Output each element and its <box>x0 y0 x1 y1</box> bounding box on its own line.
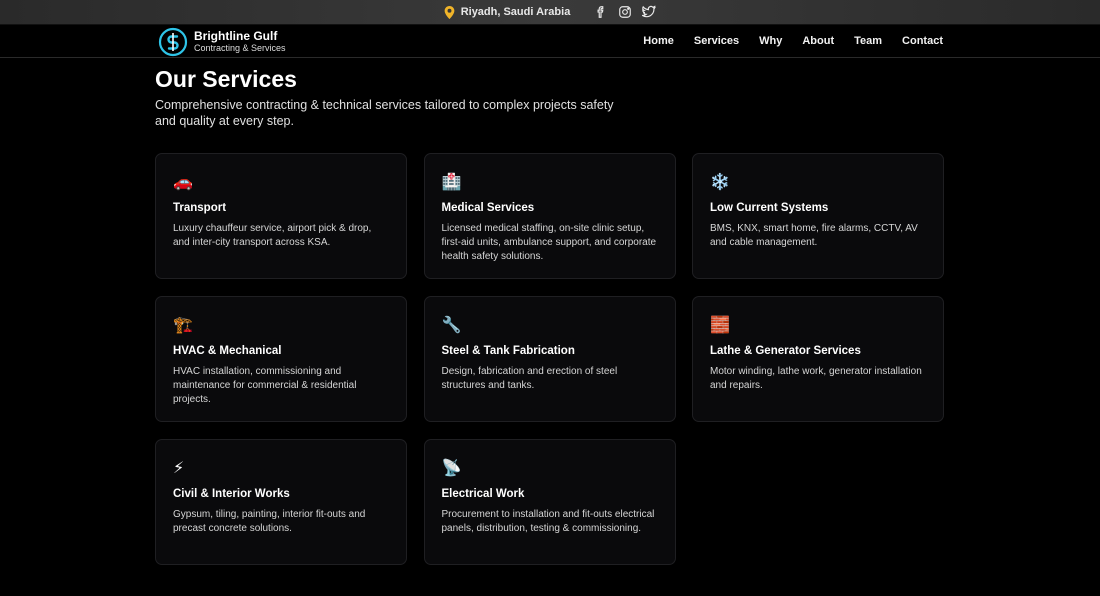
service-title: Low Current Systems <box>710 202 829 214</box>
top-bar: Riyadh, Saudi Arabia <box>0 0 1100 25</box>
service-card-hvac[interactable]: 🏗️ HVAC & Mechanical HVAC installation, … <box>155 296 407 422</box>
service-title: Lathe & Generator Services <box>710 345 861 357</box>
service-card-medical[interactable]: 🏥 Medical Services Licensed medical staf… <box>423 153 676 279</box>
brick-icon: 🧱 <box>710 317 730 334</box>
nav-home[interactable]: Home <box>643 35 674 47</box>
car-icon: 🚗 <box>173 174 193 191</box>
social-links <box>594 5 657 19</box>
service-card-steel[interactable]: 🔧 Steel & Tank Fabrication Design, fabri… <box>423 296 676 422</box>
location: Riyadh, Saudi Arabia <box>444 5 571 19</box>
lightning-icon: ⚡ <box>173 460 185 477</box>
section-title: Our Services <box>155 66 297 92</box>
nav-menu: Home Services Why About Team Contact <box>643 35 943 47</box>
nav-services[interactable]: Services <box>694 35 739 47</box>
service-description: Licensed medical staffing, on-site clini… <box>441 223 657 262</box>
facebook-icon[interactable] <box>594 5 608 19</box>
satellite-dish-icon: 📡 <box>441 460 462 477</box>
service-description: Procurement to installation and fit-outs… <box>441 509 655 534</box>
section-subtitle: Comprehensive contracting & technical se… <box>155 98 614 128</box>
service-card-lathe[interactable]: 🧱 Lathe & Generator Services Motor windi… <box>692 296 944 422</box>
service-card-low-current[interactable]: ❄️ Low Current Systems BMS, KNX, smart h… <box>692 153 944 279</box>
service-title: Medical Services <box>441 202 535 214</box>
services-grid: 🚗 Transport Luxury chauffeur service, ai… <box>155 153 944 565</box>
instagram-icon[interactable] <box>618 5 632 19</box>
map-pin-icon <box>444 5 455 19</box>
location-text: Riyadh, Saudi Arabia <box>460 6 571 18</box>
nav-team[interactable]: Team <box>854 35 882 47</box>
service-description: Luxury chauffeur service, airport pick &… <box>173 223 372 248</box>
nav-about[interactable]: About <box>802 35 834 47</box>
service-card-transport[interactable]: 🚗 Transport Luxury chauffeur service, ai… <box>155 153 407 279</box>
twitter-icon[interactable] <box>642 5 657 19</box>
service-title: Civil & Interior Works <box>173 488 290 500</box>
brand-name: Brightline Gulf <box>194 29 278 43</box>
service-title: Steel & Tank Fabrication <box>441 345 575 357</box>
nav-contact[interactable]: Contact <box>902 35 943 47</box>
service-title: Transport <box>173 202 227 214</box>
service-description: BMS, KNX, smart home, fire alarms, CCTV,… <box>710 223 918 248</box>
service-card-civil[interactable]: ⚡ Civil & Interior Works Gypsum, tiling,… <box>155 439 407 565</box>
service-description: Gypsum, tiling, painting, interior fit-o… <box>173 509 366 534</box>
brand-logo-icon <box>158 27 188 57</box>
service-title: Electrical Work <box>441 488 525 500</box>
nav-why[interactable]: Why <box>759 35 782 47</box>
hospital-icon: 🏥 <box>441 174 462 191</box>
brand-tagline: Contracting & Services <box>194 43 286 53</box>
services-section: Our Services Comprehensive contracting &… <box>155 66 945 129</box>
service-card-electrical[interactable]: 📡 Electrical Work Procurement to install… <box>423 439 676 565</box>
crane-icon: 🏗️ <box>173 317 193 334</box>
wrench-icon: 🔧 <box>441 317 462 334</box>
service-description: Design, fabrication and erection of stee… <box>441 366 618 391</box>
service-description: HVAC installation, commissioning and mai… <box>173 366 357 405</box>
brand[interactable]: Brightline Gulf Contracting & Services <box>158 27 286 57</box>
main-nav: Brightline Gulf Contracting & Services H… <box>0 25 1100 58</box>
service-description: Motor winding, lathe work, generator ins… <box>710 366 922 391</box>
snowflake-icon: ❄️ <box>710 174 730 191</box>
service-title: HVAC & Mechanical <box>173 345 282 357</box>
